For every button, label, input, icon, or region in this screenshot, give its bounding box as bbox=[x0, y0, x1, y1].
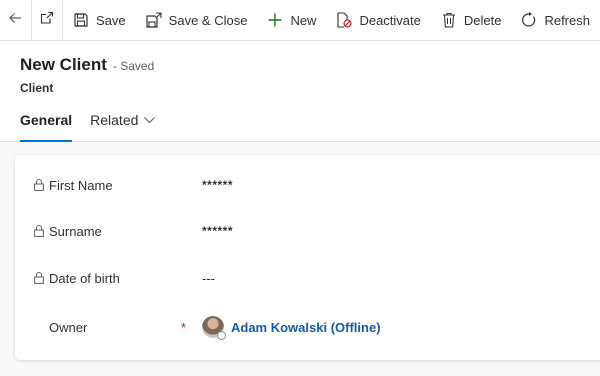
save-label: Save bbox=[96, 12, 126, 28]
lock-icon bbox=[34, 179, 46, 191]
back-arrow-icon bbox=[7, 10, 23, 31]
tab-related[interactable]: Related bbox=[90, 109, 156, 142]
date-of-birth-value[interactable]: --- bbox=[202, 271, 215, 286]
new-label: New bbox=[290, 12, 317, 28]
lock-icon bbox=[34, 225, 46, 237]
refresh-label: Refresh bbox=[544, 12, 590, 28]
command-bar: Save Save & Close New Deactivate Delete … bbox=[0, 0, 600, 41]
record-title: New Client bbox=[20, 55, 107, 74]
open-in-new-window-button[interactable] bbox=[32, 0, 63, 41]
owner-label: Owner bbox=[49, 319, 88, 335]
required-indicator: * bbox=[181, 319, 187, 335]
deactivate-button[interactable]: Deactivate bbox=[326, 0, 430, 41]
field-label: First Name bbox=[34, 178, 113, 193]
save-and-close-button[interactable]: Save & Close bbox=[136, 0, 258, 41]
refresh-icon bbox=[521, 12, 537, 28]
tab-list: General Related bbox=[20, 109, 173, 142]
avatar bbox=[202, 316, 226, 340]
form-section: First Name ****** Surname ****** Date of… bbox=[15, 155, 600, 360]
field-label: Surname bbox=[34, 224, 102, 239]
owner-link[interactable]: Adam Kowalski (Offline) bbox=[231, 320, 381, 335]
first-name-label: First Name bbox=[49, 177, 113, 193]
deactivate-icon bbox=[336, 12, 353, 28]
delete-label: Delete bbox=[463, 12, 502, 28]
save-icon bbox=[73, 12, 89, 28]
chevron-down-icon bbox=[144, 112, 156, 129]
field-date-of-birth: Date of birth --- bbox=[15, 266, 600, 290]
date-of-birth-label: Date of birth bbox=[49, 270, 120, 286]
delete-button[interactable]: Delete bbox=[431, 0, 512, 41]
record-header: New Client - Saved Client General Relate… bbox=[0, 41, 600, 142]
first-name-value[interactable]: ****** bbox=[202, 178, 233, 192]
owner-lookup[interactable]: Adam Kowalski (Offline) bbox=[202, 316, 381, 340]
back-button[interactable] bbox=[0, 0, 31, 41]
deactivate-label: Deactivate bbox=[359, 12, 421, 28]
presence-offline-icon bbox=[217, 331, 226, 340]
save-status: - Saved bbox=[112, 59, 155, 73]
field-first-name: First Name ****** bbox=[15, 173, 600, 197]
title-row: New Client - Saved bbox=[20, 55, 154, 75]
tab-general-label: General bbox=[20, 112, 73, 128]
save-close-icon bbox=[146, 12, 162, 28]
field-owner: Owner * Adam Kowalski (Offline) bbox=[15, 315, 600, 340]
surname-value[interactable]: ****** bbox=[202, 224, 233, 238]
tab-related-label: Related bbox=[90, 112, 139, 128]
trash-icon bbox=[441, 12, 457, 28]
open-in-new-window-icon bbox=[39, 10, 55, 31]
plus-icon bbox=[267, 12, 283, 28]
save-and-close-label: Save & Close bbox=[168, 12, 248, 28]
new-button[interactable]: New bbox=[257, 0, 326, 41]
surname-label: Surname bbox=[49, 223, 102, 239]
refresh-button[interactable]: Refresh bbox=[511, 0, 600, 41]
entity-name: Client bbox=[20, 81, 54, 95]
tab-general[interactable]: General bbox=[20, 109, 73, 142]
field-surname: Surname ****** bbox=[15, 219, 600, 243]
save-button[interactable]: Save bbox=[63, 0, 136, 41]
lock-icon bbox=[34, 272, 46, 284]
field-label: Date of birth bbox=[34, 271, 120, 286]
